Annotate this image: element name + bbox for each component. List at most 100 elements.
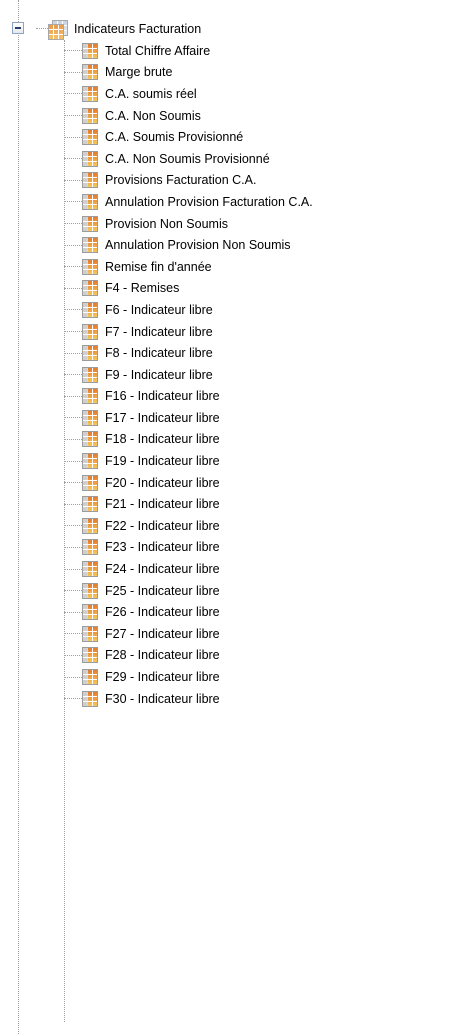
tree-connector — [64, 590, 82, 592]
tree-item[interactable]: Remise fin d'année — [64, 256, 475, 278]
tree-item-label: Remise fin d'année — [105, 259, 212, 274]
table-icon — [82, 215, 98, 232]
table-icon — [82, 496, 98, 513]
tree-item-label: F17 - Indicateur libre — [105, 410, 220, 425]
table-icon — [82, 107, 98, 124]
tree-connector-outer — [18, 0, 19, 1034]
tree-connector — [64, 158, 82, 160]
tree-item-label: F27 - Indicateur libre — [105, 626, 220, 641]
tree-item-label: F16 - Indicateur libre — [105, 389, 220, 404]
tree-connector — [64, 244, 82, 246]
table-icon — [82, 366, 98, 383]
table-icon — [82, 323, 98, 340]
tree-item[interactable]: F30 - Indicateur libre — [64, 688, 475, 710]
tree-item[interactable]: F8 - Indicateur libre — [64, 342, 475, 364]
tree-item-label: Annulation Provision Non Soumis — [105, 238, 291, 253]
tree-connector — [64, 136, 82, 138]
tree-item[interactable]: Marge brute — [64, 62, 475, 84]
tree-item-label: F18 - Indicateur libre — [105, 432, 220, 447]
tree-item[interactable]: Provision Non Soumis — [64, 213, 475, 235]
tree-item[interactable]: F22 - Indicateur libre — [64, 515, 475, 537]
tree-view: Indicateurs Facturation Total Chiffre Af… — [0, 0, 475, 1034]
tree-item-label: F19 - Indicateur libre — [105, 454, 220, 469]
tree-item[interactable]: F7 - Indicateur libre — [64, 321, 475, 343]
tree-item[interactable]: F29 - Indicateur libre — [64, 666, 475, 688]
tree-connector — [64, 50, 82, 52]
table-icon — [82, 647, 98, 664]
tree-item[interactable]: C.A. Non Soumis — [64, 105, 475, 127]
table-icon — [82, 42, 98, 59]
table-icon — [82, 539, 98, 556]
tree-item[interactable]: F17 - Indicateur libre — [64, 407, 475, 429]
tree-connector — [64, 352, 82, 354]
tree-item[interactable]: F27 - Indicateur libre — [64, 623, 475, 645]
tree-connector — [64, 546, 82, 548]
tree-item-label: F21 - Indicateur libre — [105, 497, 220, 512]
tree-connector — [64, 438, 82, 440]
tree-connector — [64, 482, 82, 484]
table-icon — [82, 409, 98, 426]
tree-connector-root — [36, 28, 48, 29]
table-icon — [82, 258, 98, 275]
tree-item[interactable]: C.A. Non Soumis Provisionné — [64, 148, 475, 170]
tree-item[interactable]: C.A. Soumis Provisionné — [64, 126, 475, 148]
table-icon — [82, 690, 98, 707]
tree-item[interactable]: F20 - Indicateur libre — [64, 472, 475, 494]
tree-item[interactable]: F23 - Indicateur libre — [64, 537, 475, 559]
tree-connector — [64, 179, 82, 181]
tree-item[interactable]: F9 - Indicateur libre — [64, 364, 475, 386]
tree-item[interactable]: F21 - Indicateur libre — [64, 493, 475, 515]
tree-item-label: F4 - Remises — [105, 281, 180, 296]
table-icon — [82, 625, 98, 642]
tree-connector — [64, 633, 82, 635]
table-icon — [82, 388, 98, 405]
table-icon — [82, 582, 98, 599]
tree-item[interactable]: F16 - Indicateur libre — [64, 386, 475, 408]
tree-item[interactable]: Annulation Provision Facturation C.A. — [64, 191, 475, 213]
tree-connector — [64, 654, 82, 656]
tree-item[interactable]: F24 - Indicateur libre — [64, 558, 475, 580]
table-icon — [82, 517, 98, 534]
table-icon — [82, 431, 98, 448]
tree-connector — [64, 374, 82, 376]
tree-item[interactable]: F28 - Indicateur libre — [64, 645, 475, 667]
tree-connector — [64, 71, 82, 73]
tree-item[interactable]: F18 - Indicateur libre — [64, 429, 475, 451]
table-icon — [82, 301, 98, 318]
tree-item-label: F24 - Indicateur libre — [105, 562, 220, 577]
tree-item-label: C.A. Non Soumis — [105, 108, 201, 123]
tree-node-indicateurs-facturation[interactable]: Indicateurs Facturation — [48, 18, 201, 40]
tree-item-label: F26 - Indicateur libre — [105, 605, 220, 620]
tree-connector — [64, 417, 82, 419]
tree-item[interactable]: F26 - Indicateur libre — [64, 601, 475, 623]
tree-connector — [64, 93, 82, 95]
tree-item[interactable]: F19 - Indicateur libre — [64, 450, 475, 472]
tree-item[interactable]: Provisions Facturation C.A. — [64, 170, 475, 192]
table-icon — [82, 280, 98, 297]
tree-connector — [64, 503, 82, 505]
table-icon — [82, 85, 98, 102]
tree-item-label: F6 - Indicateur libre — [105, 302, 213, 317]
tree-item[interactable]: C.A. soumis réel — [64, 83, 475, 105]
table-icon — [82, 193, 98, 210]
tree-item-label: F28 - Indicateur libre — [105, 648, 220, 663]
tree-connector — [64, 611, 82, 613]
tree-item-label: C.A. Soumis Provisionné — [105, 130, 244, 145]
tree-item-label: Provisions Facturation C.A. — [105, 173, 257, 188]
tree-item[interactable]: F6 - Indicateur libre — [64, 299, 475, 321]
minus-icon — [15, 27, 21, 29]
tree-item[interactable]: F25 - Indicateur libre — [64, 580, 475, 602]
collapse-toggle-icon[interactable] — [12, 22, 24, 34]
tree-item-label: F8 - Indicateur libre — [105, 346, 213, 361]
tree-item[interactable]: Total Chiffre Affaire — [64, 40, 475, 62]
tree-connector — [64, 331, 82, 333]
tree-item[interactable]: Annulation Provision Non Soumis — [64, 234, 475, 256]
tree-connector — [64, 568, 82, 570]
tree-item[interactable]: F4 - Remises — [64, 278, 475, 300]
tree-children: Total Chiffre Affaire Marge brute C.A. sou… — [64, 40, 475, 709]
tree-item-label: F29 - Indicateur libre — [105, 670, 220, 685]
table-icon — [82, 604, 98, 621]
tree-item-label: Marge brute — [105, 65, 173, 80]
tree-connector — [64, 223, 82, 225]
tree-connector — [64, 698, 82, 700]
